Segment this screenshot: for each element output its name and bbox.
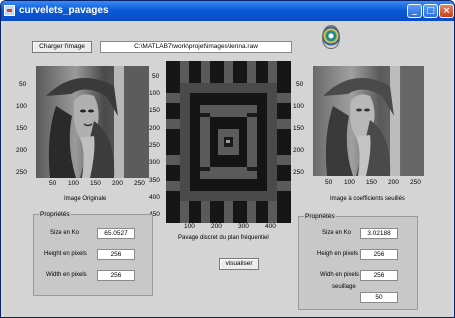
width-label: Widh en pixels [320,272,360,278]
right-y-tick: 100 [293,103,304,110]
right-x-tick: 200 [388,179,399,186]
panel-title: Propriétés [304,213,336,220]
height-label: Height en pixels [44,251,87,257]
left-x-tick: 100 [68,180,79,187]
left-y-tick: 100 [16,103,27,110]
thresholded-properties-panel: Propriétés Size en Ko 3.02188 Heigh en p… [298,213,418,310]
right-y-tick: 150 [293,125,304,132]
close-button[interactable]: × [439,4,454,18]
app-window: curvelets_pavages _ □ × Charger l'image … [0,0,455,318]
left-y-tick: 200 [16,147,27,154]
image-path-field[interactable]: C:\MATLAB7\work\projet\images\lenna.raw [100,41,292,53]
load-image-button[interactable]: Charger l'image [32,41,92,53]
center-y-tick: 250 [149,142,160,149]
right-x-tick: 250 [410,179,421,186]
thresholded-image-caption: Image à coefficients seuillés [330,196,405,202]
center-y-tick: 300 [149,159,160,166]
matlab-figure-icon [4,5,15,16]
close-icon: × [442,6,451,16]
panel-title: Propriétés [39,211,71,218]
size-field[interactable]: 65.0527 [97,228,135,239]
left-y-tick: 50 [19,81,27,88]
visualize-button[interactable]: visualiser [219,258,259,270]
left-x-tick: 150 [90,180,101,187]
left-x-tick: 250 [134,180,145,187]
width-label: Width en pixels [46,272,87,278]
original-image-caption: Image Originale [64,196,107,202]
center-x-tick: 400 [265,223,276,230]
title-bar[interactable]: curvelets_pavages _ □ × [1,1,454,21]
university-emblem-logo [322,25,340,49]
center-x-tick: 100 [184,223,195,230]
thresholded-image-graphic [313,66,424,176]
left-y-tick: 150 [16,125,27,132]
width-field[interactable]: 256 [97,270,135,281]
size-label: Size en Ko [50,230,80,236]
figure-area: Charger l'image C:\MATLAB7\work\projet\i… [4,21,451,317]
threshold-label: seuillage [332,284,356,290]
center-y-tick: 400 [149,194,160,201]
left-x-tick: 50 [49,180,57,187]
center-y-tick: 200 [149,125,160,132]
right-y-tick: 200 [293,147,304,154]
original-image [36,66,149,178]
maximize-icon: □ [426,6,435,16]
left-x-tick: 200 [112,180,123,187]
height-field[interactable]: 256 [97,249,135,260]
threshold-field[interactable]: 50 [360,292,398,303]
right-y-tick: 50 [296,81,304,88]
width-field[interactable]: 256 [360,270,398,281]
minimize-button[interactable]: _ [407,4,422,18]
original-image-graphic [36,66,149,178]
center-y-tick: 150 [149,107,160,114]
center-x-tick: 300 [238,223,249,230]
window-title: curvelets_pavages [19,5,109,16]
maximize-button[interactable]: □ [423,4,438,18]
original-properties-panel: Propriétés Size en Ko 65.0527 Height en … [33,211,153,296]
center-y-tick: 50 [152,73,160,80]
size-label: Size en Ko [322,230,352,236]
right-x-tick: 100 [344,179,355,186]
minimize-icon: _ [412,6,417,16]
left-y-tick: 250 [16,169,27,176]
right-x-tick: 150 [366,179,377,186]
center-x-tick: 200 [211,223,222,230]
thresholded-image [313,66,424,176]
right-y-tick: 250 [293,169,304,176]
height-field[interactable]: 256 [360,249,398,260]
frequency-tiling-caption: Pavage discret du plan fréquentiel [178,235,269,241]
frequency-tiling-graphic [166,61,291,223]
height-label: Heigh en pixels [317,251,359,257]
frequency-tiling-plot [166,61,291,223]
right-x-tick: 50 [325,179,333,186]
size-field[interactable]: 3.02188 [360,228,398,239]
center-y-tick: 350 [149,177,160,184]
center-y-tick: 100 [149,90,160,97]
